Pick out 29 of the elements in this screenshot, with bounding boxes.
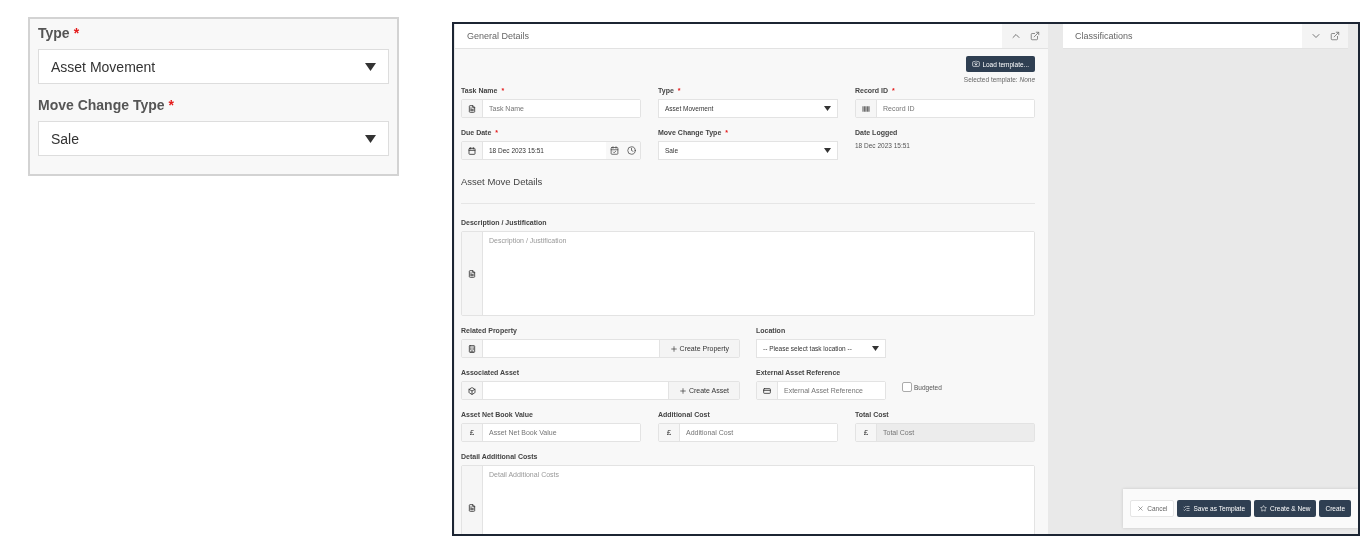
external-link-icon[interactable] [1030,31,1040,41]
cube-icon [462,382,483,399]
list-icon [1183,505,1191,512]
building-icon [462,340,483,357]
plus-icon [669,344,678,353]
caret-icon [365,134,376,143]
card-icon [757,382,778,399]
star-icon [1260,505,1267,512]
file-icon [462,232,483,315]
caret-icon [824,148,831,153]
field-label: Move Change Type * [38,96,175,114]
import-icon [972,60,981,68]
plus-icon [678,386,687,395]
select-field[interactable]: Sale [38,121,389,156]
caret-icon [365,62,376,71]
calendar-picker-icon[interactable] [606,142,623,159]
calendar-icon [462,142,483,159]
close-icon [1137,505,1145,512]
panel-title: Classifications [1074,30,1134,43]
caret-icon [824,106,831,111]
file-icon [462,100,483,117]
field-label: Type * [38,24,81,42]
barcode-icon [856,100,877,117]
select-field[interactable]: Asset Movement [38,49,389,84]
panel-title: General Details [466,30,531,43]
external-link-icon[interactable] [1330,31,1340,41]
clock-icon[interactable] [623,142,640,159]
section-heading: Asset Move Details [461,176,1035,204]
caret-icon [872,346,879,351]
